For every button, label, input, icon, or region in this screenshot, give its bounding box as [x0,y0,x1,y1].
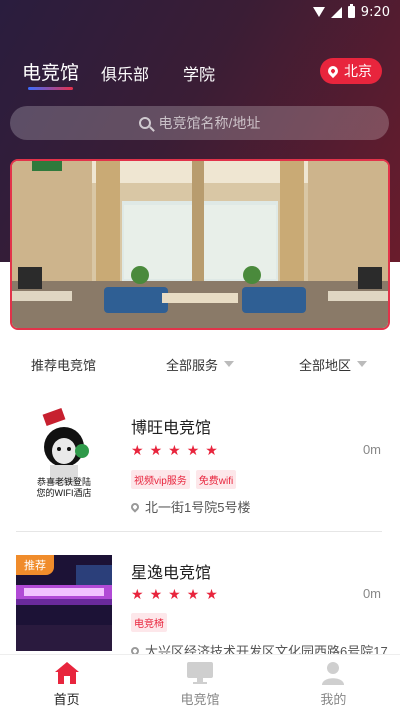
tab-club[interactable]: 俱乐部 [101,61,149,85]
star-icon: ★ [186,586,200,602]
venue-name: 星逸电竞馆 [131,565,212,582]
star-icon: ★ [168,442,181,458]
search-placeholder: 电竞馆名称/地址 [158,115,261,131]
monitor-icon [186,662,213,684]
top-tabs: 电竞馆 俱乐部 学院 [22,58,249,90]
venue-room-photo [12,161,388,328]
venue-tags: 电竞椅 [131,613,167,632]
status-time: 9:20 [360,4,390,20]
bottom-nav: 首页 电竞馆 我的 [0,654,400,711]
tab-academy[interactable]: 学院 [183,61,215,85]
filter-regions[interactable]: 全部地区 [299,355,368,374]
star-icon: ★ [131,442,144,458]
nav-esports-venue-label: 电竞馆 [180,692,220,707]
venue-tag: 视频vip服务 [131,470,190,489]
city-label: 北京 [344,63,372,79]
rating-stars: ★ ★ ★ ★ ★ [131,587,218,601]
filter-recommended[interactable]: 推荐电竞馆 [31,355,96,374]
star-icon: ★ [149,586,163,602]
venue-thumbnail: 恭喜老铁登陆 您的WIFI酒店 [16,407,112,503]
filter-bar: 推荐电竞馆 全部服务 全部地区 [0,352,400,376]
venue-tags: 视频vip服务 免费wifi [131,470,237,489]
battery-icon [347,4,355,18]
banner-image[interactable] [10,159,390,330]
location-pin-icon [129,500,141,513]
nav-mine-label: 我的 [320,692,347,707]
star-icon: ★ [205,586,218,602]
star-icon: ★ [131,586,144,602]
thumb-caption-line-2: 您的WIFI酒店 [36,488,92,498]
filter-services-label: 全部服务 [166,357,219,373]
star-icon: ★ [186,442,200,458]
filter-services[interactable]: 全部服务 [166,355,235,374]
city-selector[interactable]: 北京 [320,58,382,84]
venue-tag: 免费wifi [195,470,237,489]
list-divider [16,531,382,532]
venue-distance: 0m [362,586,381,601]
user-icon [322,662,345,685]
chevron-down-icon [357,361,368,367]
status-bar: 9:20 [0,0,400,24]
filter-regions-label: 全部地区 [299,357,352,373]
venue-tag: 电竞椅 [131,613,167,632]
search-input[interactable]: 电竞馆名称/地址 [10,106,389,140]
wifi-icon [312,7,325,17]
venue-address: 北一街1号院5号楼 [129,497,251,516]
recommend-badge: 推荐 [16,555,54,575]
signal-icon [330,6,342,18]
chevron-down-icon [224,361,235,367]
venue-distance: 0m [362,442,381,457]
filter-recommended-label: 推荐电竞馆 [31,357,97,373]
location-pin-icon [325,63,341,79]
venue-address-text: 北一街1号院5号楼 [145,500,251,515]
venue-name: 博旺电竞馆 [131,420,212,437]
rating-stars: ★ ★ ★ ★ ★ [131,443,218,457]
nav-esports-venue[interactable]: 电竞馆 [133,655,266,711]
star-icon: ★ [149,442,163,458]
thumb-caption-line-1: 恭喜老铁登陆 [36,477,91,487]
nav-home-label: 首页 [53,692,80,707]
star-icon: ★ [205,442,218,458]
star-icon: ★ [168,586,181,602]
search-icon [138,117,151,129]
nav-home[interactable]: 首页 [0,655,133,711]
home-icon [54,662,79,684]
tab-esports-venue[interactable]: 电竞馆 [22,58,79,90]
nav-mine[interactable]: 我的 [267,655,400,711]
